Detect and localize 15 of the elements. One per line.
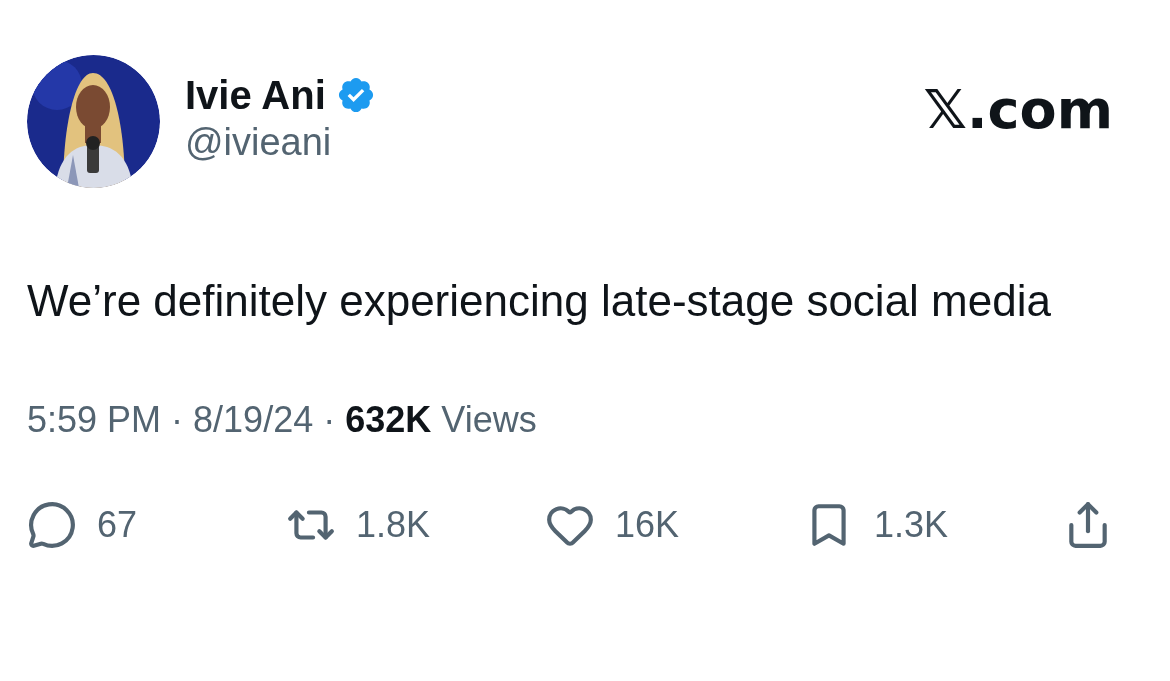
site-logo: 𝕏.com	[923, 79, 1113, 140]
separator-dot: ·	[171, 398, 184, 442]
tweet-text: We’re definitely experiencing late-stage social media	[27, 275, 1052, 327]
bookmark-button[interactable]: 1.3K	[804, 498, 964, 552]
like-button[interactable]: 16K	[545, 498, 705, 552]
author-name[interactable]: Ivie Ani	[185, 70, 326, 119]
reply-button[interactable]: 67	[27, 498, 187, 552]
post-time[interactable]: 5:59 PM	[27, 398, 162, 442]
separator-dot: ·	[323, 398, 336, 442]
author-handle[interactable]: @ivieani	[185, 118, 376, 165]
views-count: 632K	[345, 398, 432, 442]
post-date[interactable]: 8/19/24	[193, 398, 314, 442]
views-label: Views	[441, 398, 537, 442]
repost-button[interactable]: 1.8K	[286, 498, 446, 552]
speech-bubble-icon	[27, 500, 77, 550]
